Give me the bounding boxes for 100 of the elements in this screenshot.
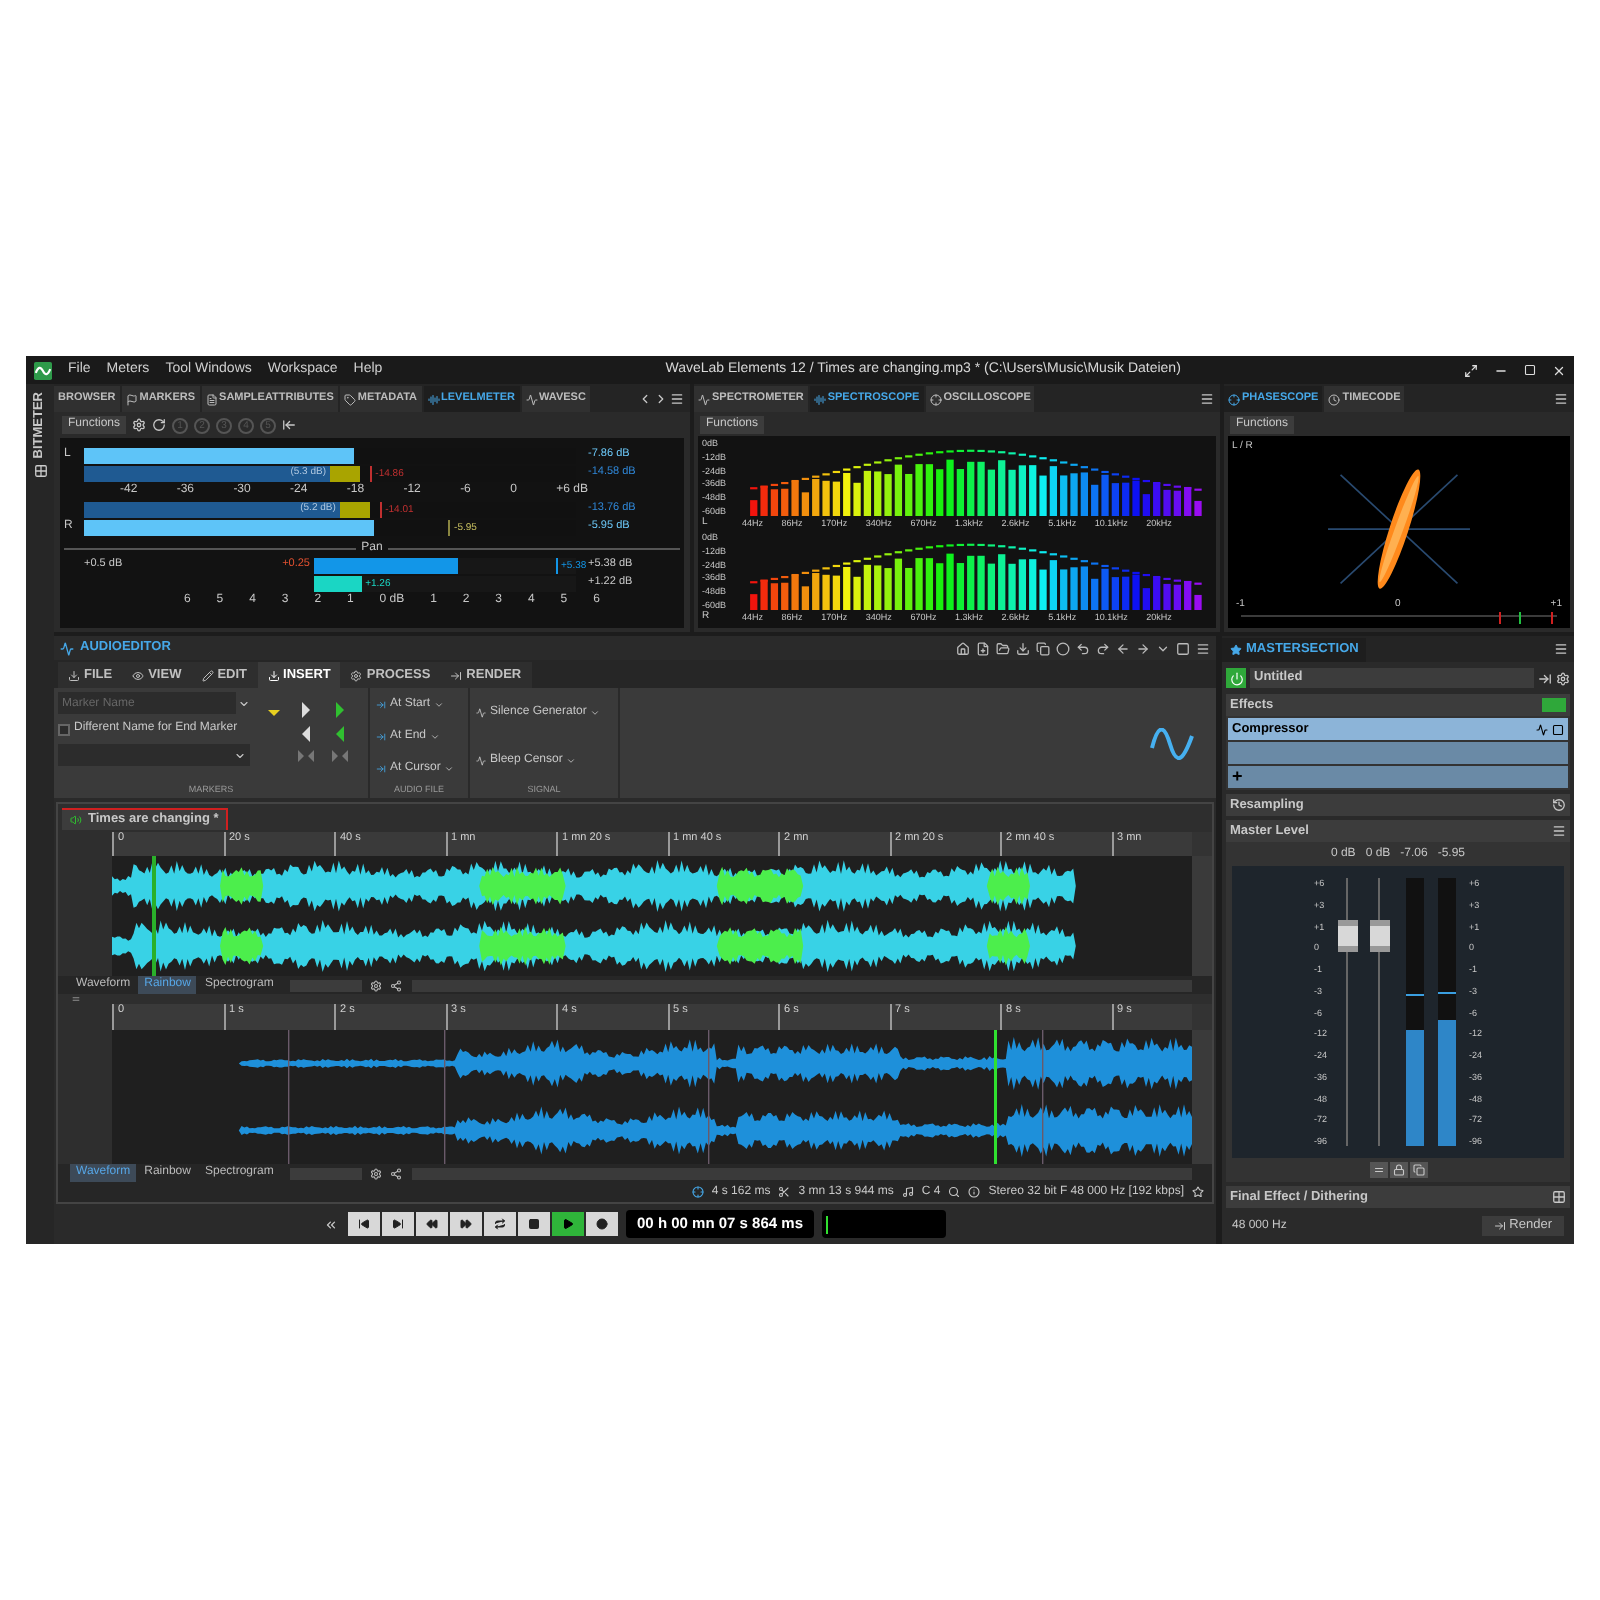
menu-icon[interactable] (670, 392, 684, 406)
transport-button[interactable] (585, 1212, 618, 1236)
fader-thumb[interactable] (1369, 920, 1389, 953)
transport-button[interactable] (517, 1212, 550, 1236)
forward-icon[interactable] (1136, 641, 1150, 655)
level-indicator (822, 1210, 947, 1238)
wave-icon (60, 641, 74, 655)
fast-forward-icon (459, 1218, 472, 1230)
maximize-icon[interactable] (1524, 364, 1536, 376)
solo-icon[interactable] (1536, 723, 1548, 735)
signal-icon (476, 707, 486, 717)
lock-icon[interactable] (1389, 1162, 1407, 1178)
vertical-scrollbar[interactable] (1192, 1030, 1212, 1164)
menu-icon[interactable] (1554, 642, 1568, 656)
folder-icon[interactable] (996, 641, 1010, 655)
music-note-icon[interactable] (901, 1186, 914, 1198)
zoom-strip (289, 1167, 362, 1179)
copy-icon[interactable] (1409, 1162, 1427, 1178)
caret-icon[interactable] (238, 697, 250, 709)
range-icon[interactable] (778, 1186, 791, 1198)
new-file-icon[interactable] (976, 641, 990, 655)
gears-icon (350, 669, 363, 681)
eye-icon (132, 669, 145, 681)
copy-icon[interactable] (1036, 641, 1050, 655)
stop-icon (527, 1218, 540, 1230)
bypass-icon[interactable] (1552, 723, 1564, 735)
settings-icon[interactable] (369, 979, 382, 991)
caret-icon (590, 707, 601, 717)
transport-button[interactable] (449, 1212, 482, 1236)
signal-icon (476, 755, 486, 765)
crosshair-icon (929, 393, 942, 405)
fader-thumb[interactable] (1337, 920, 1357, 953)
horizontal-scrollbar[interactable] (411, 1167, 1192, 1179)
transport-button[interactable] (415, 1212, 448, 1236)
transport-button[interactable] (551, 1212, 584, 1236)
transport-button[interactable] (347, 1212, 380, 1236)
scroll-right-icon[interactable] (654, 392, 668, 406)
marker-dropdown[interactable] (58, 744, 250, 766)
play-icon (561, 1218, 574, 1230)
transport-button[interactable] (483, 1212, 516, 1236)
pencil-icon (201, 669, 214, 681)
restore-icon[interactable] (1464, 363, 1478, 377)
load-icon[interactable] (1538, 671, 1552, 685)
share-icon[interactable] (389, 1167, 402, 1179)
history-icon[interactable] (1552, 798, 1566, 812)
menu-icon[interactable] (1552, 824, 1566, 838)
caret-icon (234, 749, 246, 761)
link-icon[interactable] (1369, 1162, 1387, 1178)
horizontal-scrollbar[interactable] (411, 979, 1192, 991)
settings-icon[interactable] (132, 418, 147, 432)
collapse-icon[interactable] (323, 1217, 338, 1231)
caret-icon (444, 763, 455, 773)
download-icon (68, 669, 80, 681)
info-icon[interactable] (968, 1186, 981, 1198)
effects-toggle[interactable] (1542, 698, 1566, 712)
app-logo-icon (34, 361, 52, 379)
share-icon[interactable] (389, 979, 402, 991)
crosshair-icon (1228, 393, 1240, 405)
vertical-scrollbar[interactable] (1192, 856, 1212, 976)
transport-button[interactable] (381, 1212, 414, 1236)
power-icon (1229, 671, 1243, 685)
loop-icon (493, 1218, 506, 1230)
rewind-icon (425, 1218, 438, 1230)
menu-icon[interactable] (1196, 641, 1210, 655)
scroll-left-icon[interactable] (638, 392, 652, 406)
search-icon[interactable] (948, 1186, 961, 1198)
settings-icon[interactable] (1556, 671, 1570, 685)
checkbox[interactable] (58, 723, 70, 735)
close-icon[interactable] (1552, 363, 1566, 377)
menu-icon[interactable] (1554, 392, 1568, 406)
tag-icon (343, 393, 356, 405)
menu-icon[interactable] (1200, 392, 1214, 406)
home-icon[interactable] (956, 641, 970, 655)
caret-icon[interactable] (1156, 641, 1170, 655)
flag-icon (125, 393, 138, 405)
add-effect-button[interactable]: + (1228, 766, 1568, 788)
caret-icon (434, 699, 445, 709)
star-icon (1230, 644, 1242, 656)
peak-icon (698, 393, 710, 405)
undo-icon[interactable] (1076, 641, 1090, 655)
dock-icon[interactable] (282, 418, 297, 432)
caret-icon (566, 755, 577, 765)
record-icon (595, 1218, 608, 1230)
star-icon[interactable] (1192, 1186, 1204, 1198)
cursor-icon[interactable] (691, 1186, 704, 1198)
redo-icon[interactable] (1096, 641, 1110, 655)
bars-icon (427, 393, 440, 405)
power-button[interactable] (1226, 668, 1246, 688)
bars-icon (813, 393, 826, 405)
back-icon[interactable] (1116, 641, 1130, 655)
grid-icon[interactable] (33, 464, 47, 479)
grid-icon[interactable] (1552, 1190, 1566, 1204)
splitter-icon[interactable] (70, 994, 82, 1004)
skip-forward-icon (391, 1218, 404, 1230)
window-icon[interactable] (1176, 641, 1190, 655)
render-icon (1493, 1220, 1506, 1232)
circle-icon[interactable] (1056, 641, 1070, 655)
wave-icon (525, 393, 538, 405)
settings-icon[interactable] (369, 1167, 382, 1179)
reset-icon[interactable] (152, 418, 167, 432)
